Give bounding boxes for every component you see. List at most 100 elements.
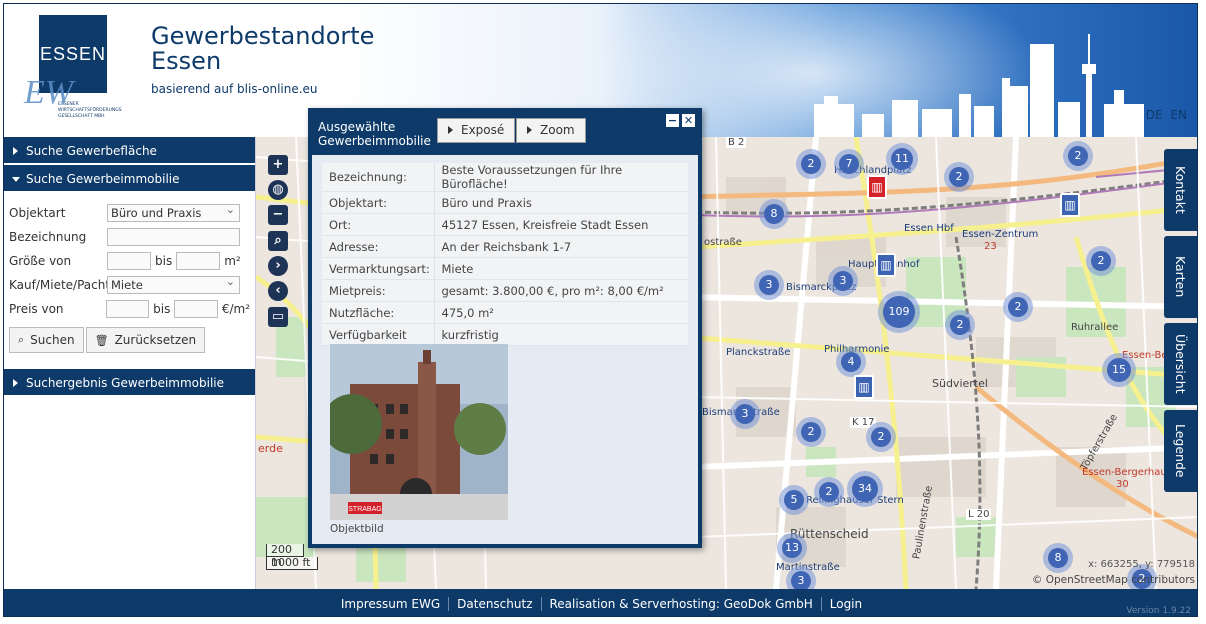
scale-feet: 1000 ft (266, 557, 318, 570)
cluster-marker[interactable]: 3 (833, 271, 853, 291)
zuruecksetzen-button[interactable]: 🗑 Zurücksetzen (85, 327, 206, 353)
chevron-right-icon[interactable]: › (268, 256, 288, 276)
cluster-marker[interactable]: 2 (1068, 146, 1088, 166)
strabag-logo: STRABAG (348, 506, 381, 513)
cluster-marker[interactable]: 3 (735, 404, 755, 424)
footer-impressum-link[interactable]: Impressum EWG (333, 597, 448, 611)
detail-row: Vermarktungsart: Miete (322, 257, 688, 280)
tab-karten[interactable]: Karten (1164, 236, 1197, 318)
lang-en-link[interactable]: EN (1170, 108, 1187, 122)
building-pin-icon[interactable]: ▥ (876, 253, 896, 277)
trash-icon: 🗑 (94, 333, 109, 347)
zoom-in-button[interactable]: + (268, 155, 288, 175)
building-pin-icon[interactable]: ▥ (1060, 193, 1080, 217)
form-buttons: ⌕ Suchen 🗑 Zurücksetzen (9, 323, 250, 357)
detail-row: Verfügbarkeit kurzfristig (322, 323, 688, 346)
suchen-button[interactable]: ⌕ Suchen (9, 327, 84, 353)
accordion-suche-gewerbeflaeche[interactable]: Suche Gewerbefläche (4, 137, 255, 165)
zoom-out-button[interactable]: − (268, 205, 288, 225)
globe-icon[interactable]: ◍ (268, 180, 288, 200)
groesse-bis-label: bis (155, 254, 173, 268)
footer-datenschutz-link[interactable]: Datenschutz (449, 597, 540, 611)
detail-row: Mietpreis: gesamt: 3.800,00 €, pro m²: 8,… (322, 279, 688, 302)
language-switch: DE EN (1142, 108, 1187, 122)
detail-key: Bezeichnung: (322, 163, 435, 192)
site-title: Gewerbestandorte Essen (151, 24, 374, 74)
cluster-marker[interactable]: 8 (764, 204, 784, 224)
form-row-bezeichnung: Bezeichnung (9, 225, 250, 249)
cluster-marker[interactable]: 11 (891, 148, 913, 170)
accordion-suche-gewerbeimmobilie[interactable]: Suche Gewerbeimmobilie (4, 165, 255, 193)
zuruecksetzen-label: Zurücksetzen (114, 333, 197, 347)
cluster-marker[interactable]: 2 (1091, 251, 1111, 271)
preis-bis-label: bis (153, 302, 171, 316)
cluster-marker[interactable]: 2 (801, 422, 821, 442)
map-attribution[interactable]: © OpenStreetMap contributors (1032, 574, 1195, 586)
cursor-coordinates: x: 663255, y: 779518 (1088, 559, 1195, 570)
tab-legende[interactable]: Legende (1164, 410, 1197, 492)
building-pin-selected-icon[interactable]: ▥ (867, 175, 887, 199)
detail-key: Mietpreis: (322, 279, 435, 302)
detail-row: Bezeichnung: Beste Voraussetzungen für Ih… (322, 163, 688, 192)
cluster-marker[interactable]: 2 (1008, 297, 1028, 317)
expose-button[interactable]: Exposé (437, 118, 516, 143)
cluster-marker[interactable]: 7 (839, 154, 859, 174)
cluster-marker[interactable]: 3 (759, 275, 779, 295)
accordion-suchergebnis[interactable]: Suchergebnis Gewerbeimmobilie (1090) (4, 369, 255, 418)
cluster-marker[interactable]: 5 (784, 490, 804, 510)
tab-kontakt[interactable]: Kontakt (1164, 149, 1197, 231)
bezeichnung-label: Bezeichnung (9, 230, 87, 244)
cluster-marker[interactable]: 8 (1048, 548, 1068, 568)
cluster-marker[interactable]: 15 (1107, 358, 1131, 382)
objektart-select[interactable]: Büro und Praxis (107, 202, 240, 222)
footer-realisation-link[interactable]: Realisation & Serverhosting: GeoDok GmbH (542, 597, 821, 611)
map-label-30: 30 (1116, 479, 1129, 490)
property-photo: STRABAG (330, 344, 508, 520)
zoom-button[interactable]: Zoom (516, 118, 586, 143)
map-label-k17: K 17 (850, 417, 877, 428)
detail-key: Vermarktungsart: (322, 257, 435, 280)
preis-von-input[interactable] (105, 300, 150, 318)
close-icon[interactable]: ✕ (682, 114, 695, 127)
cluster-marker[interactable]: 109 (883, 296, 915, 328)
cluster-marker[interactable]: 34 (852, 476, 878, 502)
map-label-ruettenscheid: Rüttenscheid (790, 527, 869, 541)
skyline-illustration (814, 34, 1144, 137)
cluster-marker[interactable]: 4 (841, 352, 861, 372)
detail-key: Adresse: (322, 235, 435, 258)
groesse-von-input[interactable] (107, 252, 151, 270)
minimize-icon[interactable]: − (666, 114, 679, 127)
ewg-logo: EW ESSENER WIRTSCHAFTSFÖRDERUNGS GESELLS… (24, 74, 134, 124)
detail-key: Ort: (322, 213, 435, 236)
search-form: Objektart Büro und Praxis Bezeichnung Gr… (4, 193, 255, 369)
detail-value: Beste Voraussetzungen für Ihre Bürofläch… (434, 163, 688, 192)
detail-key: Objektart: (322, 191, 435, 214)
footer-login-link[interactable]: Login (822, 597, 870, 611)
photo-caption: Objektbild (330, 523, 384, 535)
lang-de-link[interactable]: DE (1146, 108, 1163, 122)
cluster-marker[interactable]: 2 (871, 427, 891, 447)
groesse-label: Größe von (9, 254, 72, 268)
detail-key: Nutzfläche: (322, 301, 435, 324)
map-label-23: 23 (984, 241, 997, 252)
ruler-icon[interactable]: ▭ (268, 307, 288, 327)
form-row-kauf: Kauf/Miete/Pacht Miete (9, 273, 250, 297)
kauf-select[interactable]: Miete (107, 274, 240, 294)
cluster-marker[interactable]: 2 (819, 482, 839, 502)
detail-row: Objektart: Büro und Praxis (322, 191, 688, 214)
bezeichnung-input[interactable] (107, 228, 240, 246)
groesse-bis-input[interactable] (176, 252, 221, 270)
ewg-logo-subtext: ESSENER WIRTSCHAFTSFÖRDERUNGS GESELLSCHA… (58, 102, 122, 119)
cluster-marker[interactable]: 2 (949, 167, 969, 187)
detail-value: 475,0 m² (434, 301, 688, 324)
cluster-marker[interactable]: 13 (782, 538, 802, 558)
cluster-marker[interactable]: 2 (801, 154, 821, 174)
building-pin-icon[interactable]: ▥ (854, 375, 874, 399)
tab-uebersicht[interactable]: Übersicht (1164, 323, 1197, 405)
detail-row: Ort: 45127 Essen, Kreisfreie Stadt Essen (322, 213, 688, 236)
search-icon[interactable]: ⌕ (268, 231, 288, 251)
cluster-marker[interactable]: 3 (791, 571, 811, 589)
chevron-left-icon[interactable]: ‹ (268, 281, 288, 301)
preis-bis-input[interactable] (174, 300, 218, 318)
cluster-marker[interactable]: 2 (950, 315, 970, 335)
